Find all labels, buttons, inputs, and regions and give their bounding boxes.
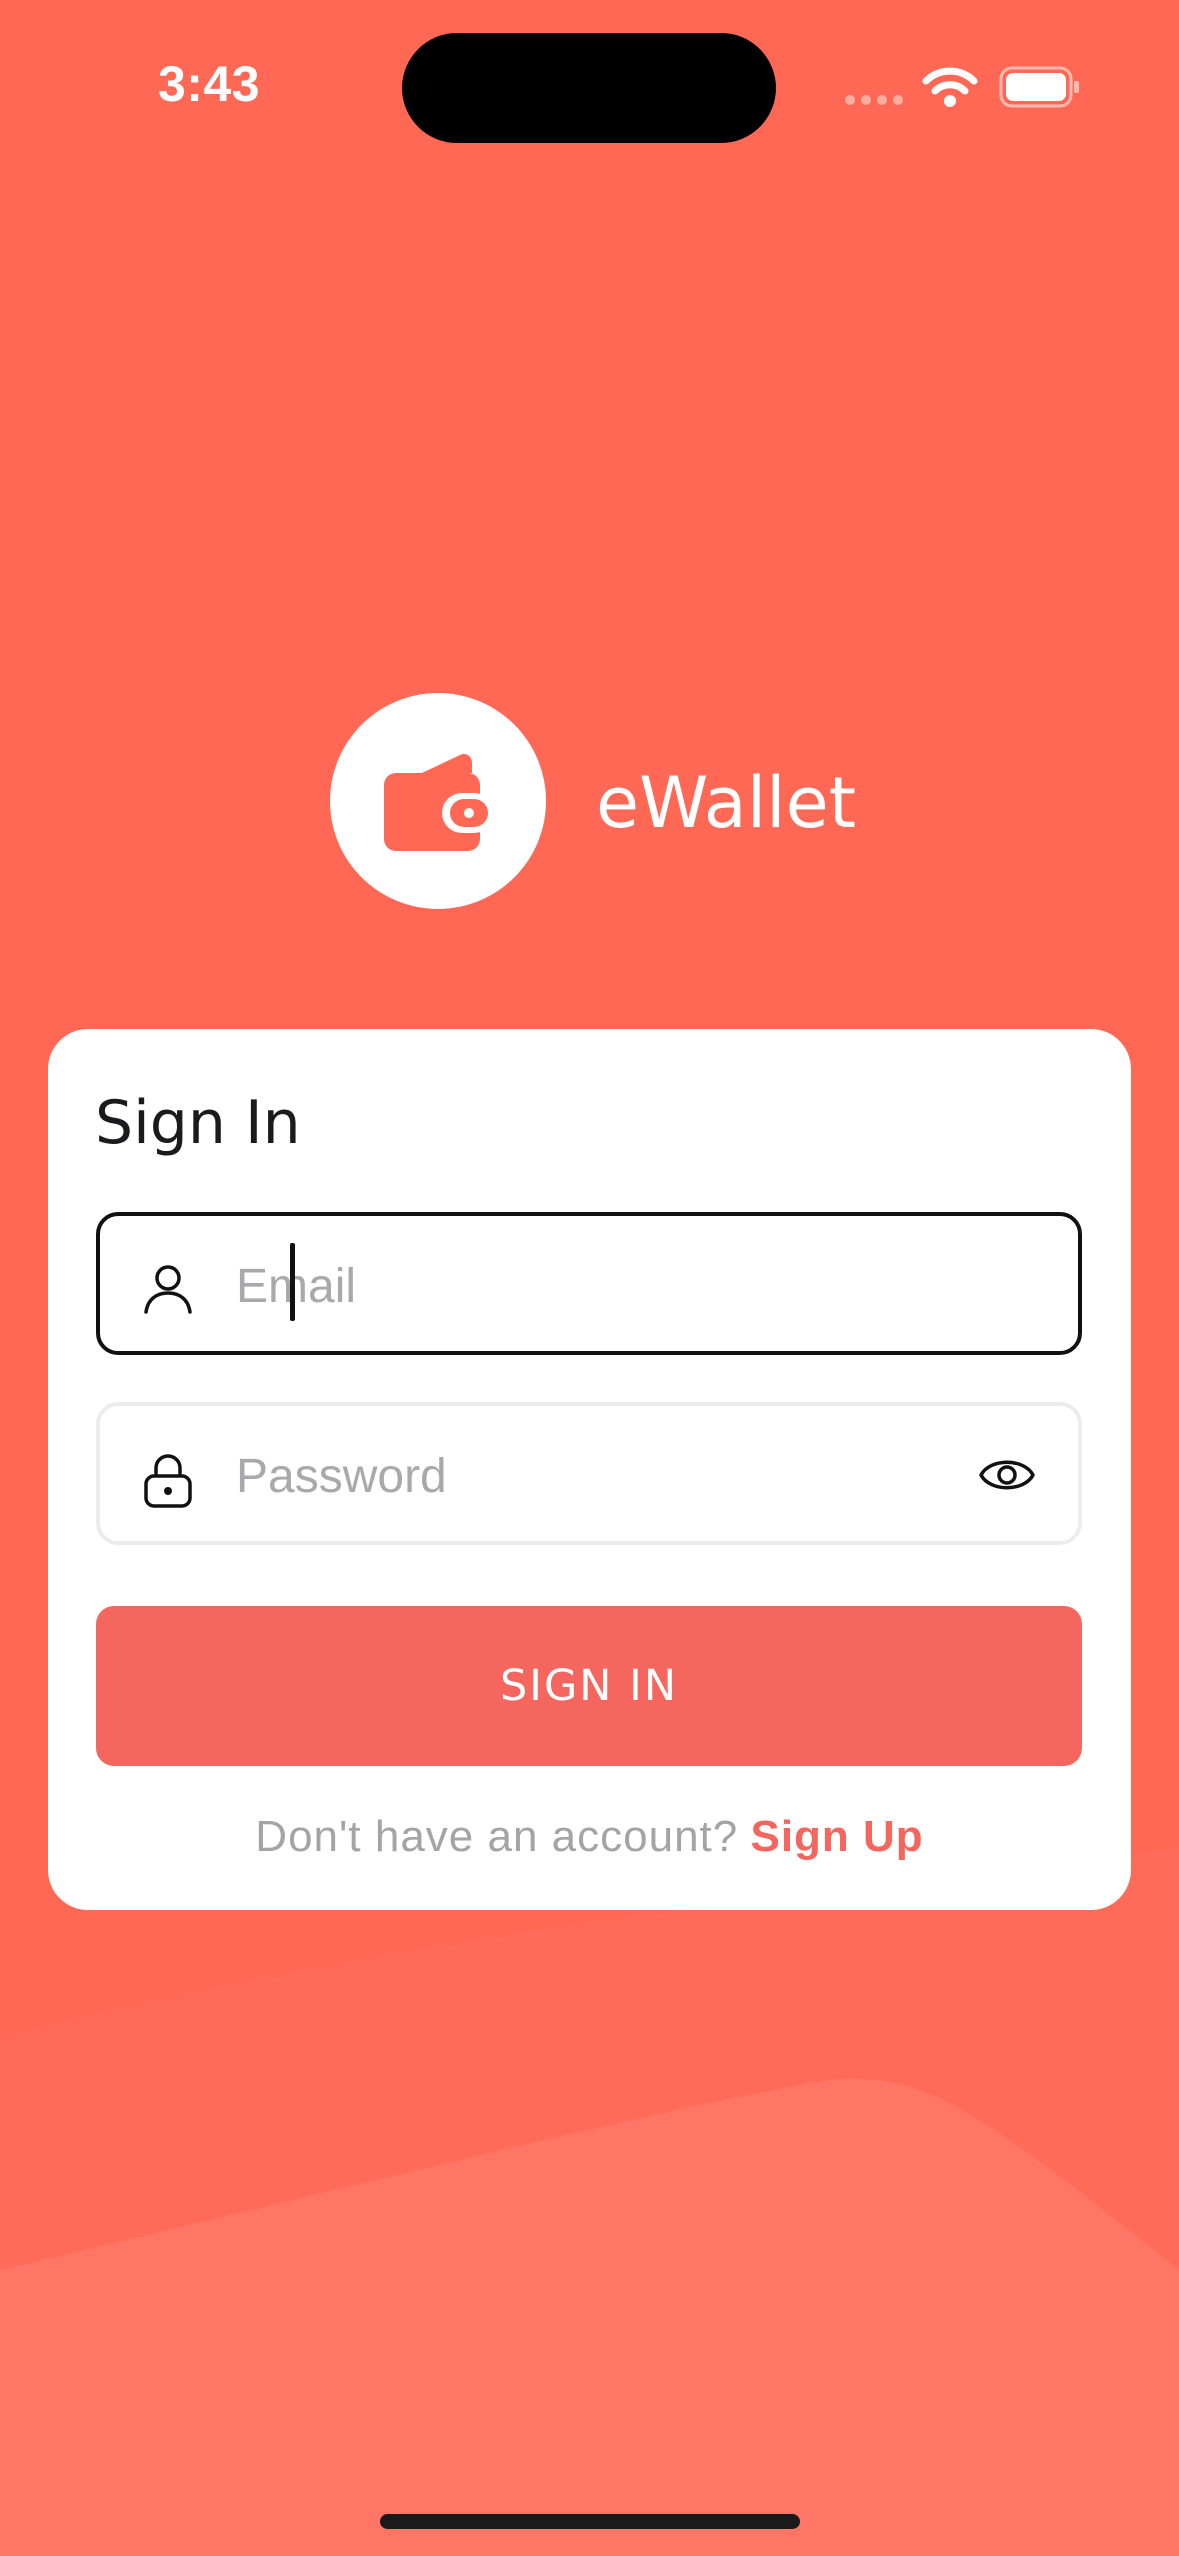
eye-icon[interactable] <box>978 1450 1036 1500</box>
app-logo <box>330 693 546 909</box>
email-input[interactable] <box>236 1246 996 1326</box>
signin-button[interactable]: SIGN IN <box>96 1606 1082 1766</box>
password-field[interactable] <box>96 1402 1082 1545</box>
signup-row: Don't have an account? Sign Up <box>48 1809 1131 1865</box>
cellular-signal-icon <box>845 95 903 105</box>
email-field[interactable] <box>96 1212 1082 1355</box>
password-input[interactable] <box>236 1436 996 1516</box>
wallet-icon <box>384 753 494 851</box>
app-name: eWallet <box>596 762 857 844</box>
wifi-icon <box>922 67 978 107</box>
status-time: 3:43 <box>158 56 261 112</box>
signup-link[interactable]: Sign Up <box>750 1812 923 1861</box>
home-indicator[interactable] <box>380 2514 800 2529</box>
battery-icon <box>999 66 1079 108</box>
signin-title: Sign In <box>95 1088 301 1158</box>
lock-icon <box>144 1454 192 1508</box>
dynamic-island <box>402 33 776 143</box>
signup-prompt: Don't have an account? <box>255 1812 739 1861</box>
text-cursor <box>290 1243 295 1321</box>
signin-card: Sign In SIGN IN Don't have an account? S… <box>48 1029 1131 1910</box>
user-icon <box>144 1265 192 1314</box>
